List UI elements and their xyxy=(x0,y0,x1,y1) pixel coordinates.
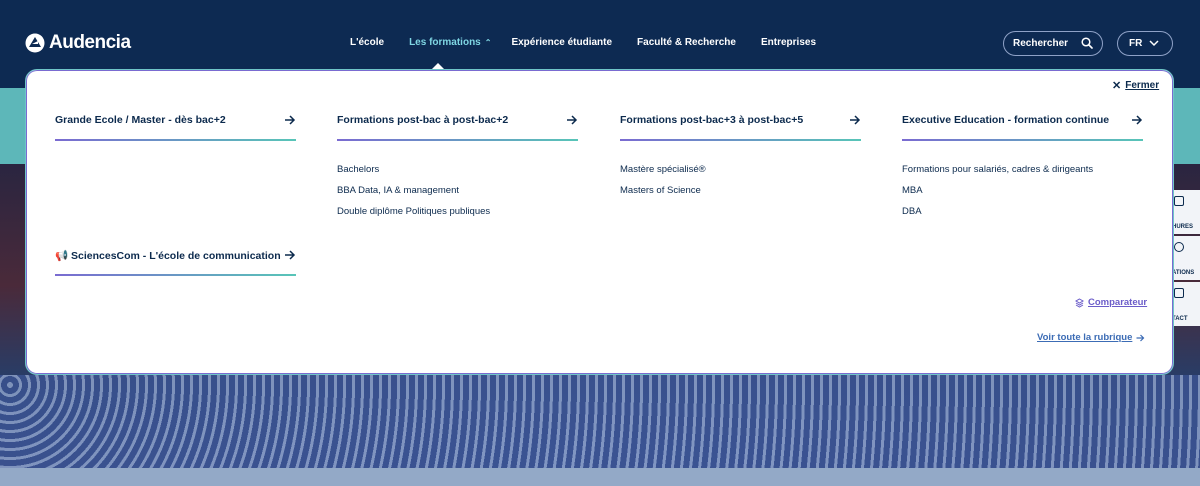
nav-item-faculte[interactable]: Faculté & Recherche xyxy=(637,37,736,48)
layers-icon xyxy=(1075,297,1084,308)
menu-col-divider xyxy=(337,139,578,141)
menu-col-title: Formations post-bac à post-bac+2 xyxy=(337,114,509,126)
menu-link-double-diplome[interactable]: Double diplôme Politiques publiques xyxy=(337,206,490,217)
chat-icon xyxy=(1174,288,1184,298)
menu-col-grande-ecole[interactable]: Grande Ecole / Master - dès bac+2 xyxy=(55,110,296,130)
language-label: FR xyxy=(1129,38,1143,49)
side-tab-contact[interactable]: TACT xyxy=(1170,282,1200,326)
nav-item-label: Les formations xyxy=(409,37,481,48)
close-icon: ✕ xyxy=(1112,80,1122,92)
comparateur-label: Comparateur xyxy=(1088,297,1148,308)
arrow-right-icon xyxy=(285,115,296,125)
menu-link-dba[interactable]: DBA xyxy=(902,206,922,217)
side-tab-questions[interactable]: ATIONS xyxy=(1170,236,1200,280)
arrow-right-icon xyxy=(285,250,296,260)
audencia-logo-icon xyxy=(25,33,45,53)
menu-link-mastere[interactable]: Mastère spécialisé® xyxy=(620,164,706,175)
menu-col-title-text: SciencesCom - L'école de communication xyxy=(71,249,281,262)
nav-item-experience[interactable]: Expérience étudiante xyxy=(511,37,612,48)
menu-link-masters-science[interactable]: Masters of Science xyxy=(620,185,701,196)
voir-tout-label: Voir toute la rubrique xyxy=(1037,332,1133,343)
bottom-strip xyxy=(0,468,1200,486)
menu-col-divider xyxy=(55,139,296,141)
nav-item-formations[interactable]: Les formations ⌃ xyxy=(409,37,491,48)
menu-col-title: Executive Education - formation continue xyxy=(902,114,1110,126)
arrow-right-icon xyxy=(567,115,578,125)
chevron-up-icon: ⌃ xyxy=(484,38,492,47)
menu-col-divider xyxy=(620,139,861,141)
arrow-right-icon xyxy=(850,115,861,125)
menu-col-title: Formations post-bac+3 à post-bac+5 xyxy=(620,114,804,126)
menu-link-mba[interactable]: MBA xyxy=(902,185,923,196)
logo-text: Audencia xyxy=(49,32,131,53)
language-selector[interactable]: FR xyxy=(1117,31,1173,56)
side-tab-brochures[interactable]: HURES xyxy=(1170,190,1200,234)
menu-col-post-bac-3[interactable]: Formations post-bac+3 à post-bac+5 xyxy=(620,110,861,130)
close-label: Fermer xyxy=(1125,80,1160,91)
menu-col-title: 📢 SciencesCom - L'école de communication xyxy=(55,249,281,262)
arrow-right-icon xyxy=(1132,115,1143,125)
nav-item-entreprises[interactable]: Entreprises xyxy=(761,37,816,48)
logo[interactable]: Audencia xyxy=(25,32,131,54)
main-nav: L'école Les formations ⌃ Expérience étud… xyxy=(350,37,816,48)
search-label: Rechercher xyxy=(1013,38,1069,49)
menu-col-executive[interactable]: Executive Education - formation continue xyxy=(902,110,1143,130)
chevron-down-icon xyxy=(1149,40,1159,47)
hero-photo-crowd xyxy=(0,375,1200,468)
side-tab-label: TACT xyxy=(1172,316,1188,322)
menu-col-post-bac[interactable]: Formations post-bac à post-bac+2 xyxy=(337,110,578,130)
search-icon xyxy=(1081,37,1093,49)
megaphone-icon: 📢 xyxy=(55,249,69,262)
search-button[interactable]: Rechercher xyxy=(1003,31,1103,56)
menu-col-title: Grande Ecole / Master - dès bac+2 xyxy=(55,114,226,126)
menu-link-bba-data[interactable]: BBA Data, IA & management xyxy=(337,185,459,196)
menu-col-sciencescom[interactable]: 📢 SciencesCom - L'école de communication xyxy=(55,245,296,265)
menu-link-bachelors[interactable]: Bachelors xyxy=(337,164,379,175)
nav-item-ecole[interactable]: L'école xyxy=(350,37,384,48)
menu-col-divider xyxy=(55,274,296,276)
menu-col-divider xyxy=(902,139,1143,141)
close-menu-button[interactable]: ✕ Fermer xyxy=(1112,79,1159,92)
side-tab-label: ATIONS xyxy=(1172,270,1195,276)
brochure-icon xyxy=(1174,196,1184,206)
voir-toute-rubrique-link[interactable]: Voir toute la rubrique xyxy=(1037,332,1145,343)
question-icon xyxy=(1174,242,1184,252)
menu-link-formations-salaries[interactable]: Formations pour salariés, cadres & dirig… xyxy=(902,164,1093,175)
arrow-right-icon xyxy=(1136,334,1145,341)
side-tab-label: HURES xyxy=(1172,224,1194,230)
comparateur-link[interactable]: Comparateur xyxy=(1075,297,1147,308)
